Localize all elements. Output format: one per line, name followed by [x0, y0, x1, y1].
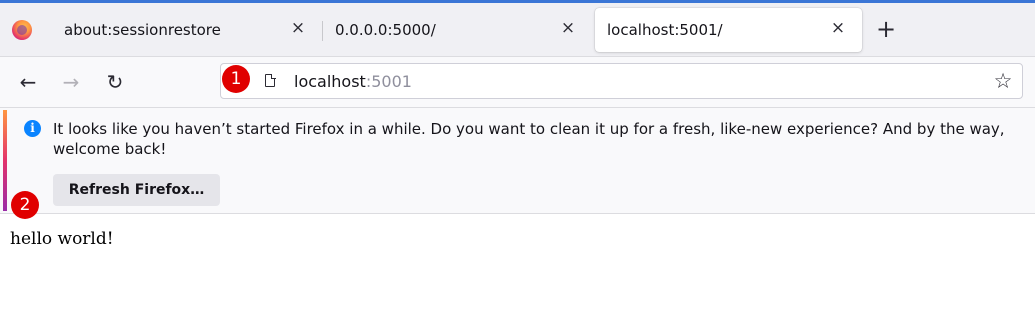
tab-title: 0.0.0.0:5000/	[335, 21, 436, 39]
marker-badge-2: 2	[11, 191, 39, 219]
page-icon	[265, 73, 276, 87]
tab-localhost-5001[interactable]: localhost:5001/ ×	[595, 8, 862, 52]
navigation-toolbar: ← → ↻ localhost:5001 ☆	[0, 57, 1035, 108]
close-tab-icon[interactable]: ×	[828, 18, 848, 38]
marker-badge-1: 1	[222, 65, 250, 93]
notification-message: It looks like you haven’t started Firefo…	[53, 120, 1005, 158]
tab-title: localhost:5001/	[607, 21, 723, 39]
url-host: localhost	[294, 72, 366, 91]
close-tab-icon[interactable]: ×	[558, 18, 578, 38]
tab-0-0-0-0-5000[interactable]: 0.0.0.0:5000/ ×	[323, 8, 592, 52]
close-tab-icon[interactable]: ×	[288, 18, 308, 38]
forward-arrow-icon[interactable]: →	[57, 68, 85, 96]
info-icon: i	[24, 120, 41, 137]
refresh-firefox-button[interactable]: Refresh Firefox…	[53, 174, 220, 206]
page-content-text: hello world!	[10, 229, 114, 249]
url-bar[interactable]: localhost:5001 ☆	[220, 63, 1023, 99]
back-arrow-icon[interactable]: ←	[14, 68, 42, 96]
refresh-notification-bar: i It looks like you haven’t started Fire…	[0, 108, 1035, 214]
bookmark-star-icon[interactable]: ☆	[990, 68, 1016, 94]
notification-accent-strip	[3, 110, 7, 211]
url-text[interactable]: localhost:5001	[294, 72, 412, 91]
tab-title: about:sessionrestore	[64, 21, 221, 39]
tab-sessionrestore[interactable]: about:sessionrestore ×	[52, 8, 322, 52]
new-tab-button[interactable]: +	[874, 17, 898, 42]
tab-strip: about:sessionrestore × 0.0.0.0:5000/ × l…	[0, 3, 1035, 57]
firefox-logo-icon[interactable]	[12, 20, 32, 40]
url-port: :5001	[365, 72, 412, 91]
reload-icon[interactable]: ↻	[101, 68, 129, 96]
